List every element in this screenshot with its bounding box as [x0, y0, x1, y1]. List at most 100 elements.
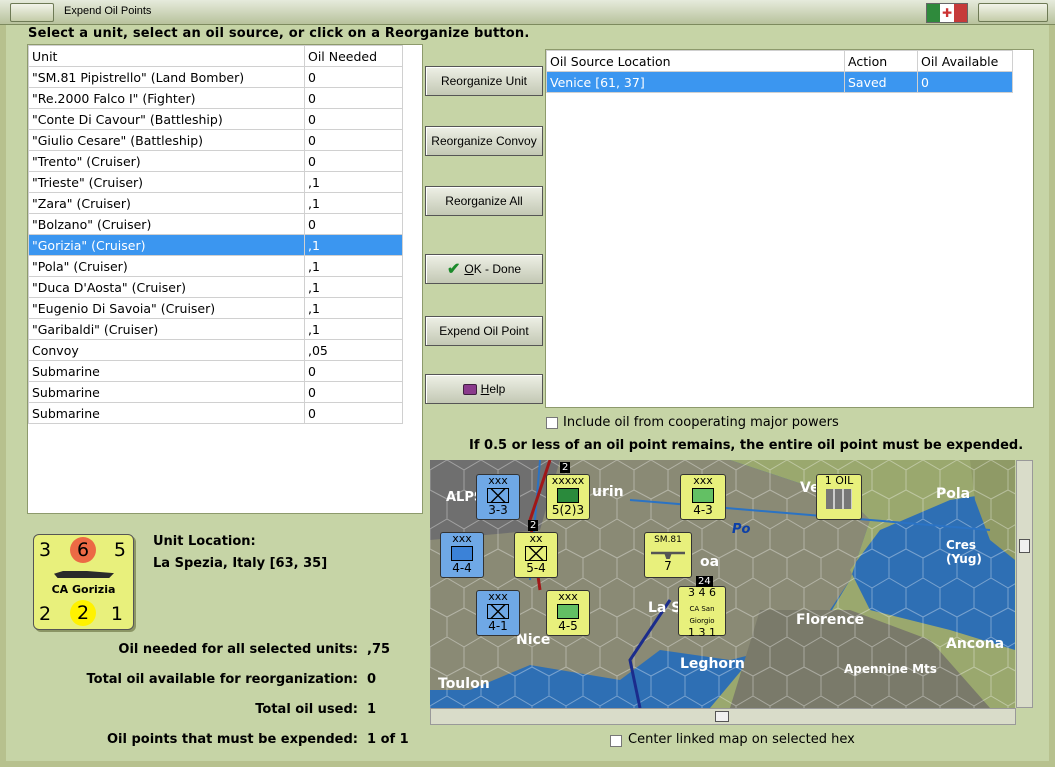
- unit-name-cell: "Duca D'Aosta" (Cruiser): [28, 276, 305, 298]
- unit-row[interactable]: "Conte Di Cavour" (Battleship) 0: [28, 108, 403, 130]
- total-oil-available-label: Total oil available for reorganization:: [86, 672, 359, 687]
- unit-row[interactable]: "Bolzano" (Cruiser) 0: [28, 213, 403, 235]
- map-label-florence: Florence: [796, 612, 865, 628]
- map-view[interactable]: ALPS urin Ve Pola Po Cres (Yug) oa La S …: [430, 460, 1015, 708]
- hq-symbol-icon: [557, 488, 579, 503]
- map-label-pola: Pola: [936, 486, 971, 502]
- title-bar: Expend Oil Points ✚: [0, 0, 1055, 25]
- map-label-la-spezia: La S: [648, 600, 682, 616]
- reorganize-all-button[interactable]: Reorganize All: [425, 186, 543, 216]
- map-horizontal-scrollbar[interactable]: [430, 708, 1016, 725]
- map-label-apennine: Apennine Mts: [844, 662, 937, 676]
- unit-row[interactable]: Submarine 0: [28, 360, 403, 382]
- counter-top-left: 3: [39, 539, 52, 561]
- aircraft-icon: [651, 551, 685, 559]
- help-book-icon: [462, 383, 477, 395]
- map-counter-alpine-2[interactable]: xxx 4-5: [546, 590, 590, 636]
- oil-needed-cell: ,1: [304, 255, 403, 277]
- ok-done-label: OK - Done: [464, 262, 521, 276]
- oil-needed-cell: 0: [304, 402, 403, 424]
- oil-source-available-cell: 0: [917, 71, 1013, 93]
- counter-strength: 5-4: [526, 561, 546, 575]
- unit-name-cell: "Pola" (Cruiser): [28, 255, 305, 277]
- map-counter-cruiser[interactable]: 3 4 6 CA San Giorgio 1 3 1: [678, 586, 726, 639]
- counter-size: xxx: [693, 474, 713, 487]
- column-header-unit[interactable]: Unit: [28, 45, 305, 67]
- horizontal-scroll-thumb[interactable]: [715, 711, 729, 722]
- include-oil-checkbox[interactable]: [546, 417, 558, 429]
- unit-row[interactable]: "Duca D'Aosta" (Cruiser) ,1: [28, 276, 403, 298]
- unit-row[interactable]: "Eugenio Di Savoia" (Cruiser) ,1: [28, 297, 403, 319]
- unit-row[interactable]: Submarine 0: [28, 381, 403, 403]
- ok-done-button[interactable]: ✔ OK - Done: [425, 254, 543, 284]
- close-button[interactable]: [978, 3, 1048, 22]
- counter-strength: 4-3: [693, 503, 713, 517]
- vertical-scroll-thumb[interactable]: [1019, 539, 1030, 553]
- flag-icon: ✚: [926, 3, 968, 23]
- unit-row[interactable]: "Garibaldi" (Cruiser) ,1: [28, 318, 403, 340]
- oil-needed-cell: ,1: [304, 297, 403, 319]
- map-counter-alpini[interactable]: xx 5-4: [514, 532, 558, 578]
- help-button[interactable]: Help: [425, 374, 543, 404]
- map-counter-hq[interactable]: xxxxx 5(2)3: [546, 474, 590, 520]
- oil-source-row[interactable]: Venice [61, 37] Saved 0: [546, 71, 1013, 93]
- map-label-turin: urin: [592, 484, 624, 500]
- reorganize-unit-label: Reorganize Unit: [440, 74, 528, 88]
- oil-needed-cell: 0: [304, 66, 403, 88]
- oil-needed-cell: 0: [304, 360, 403, 382]
- oil-source-header: Oil Source Location Action Oil Available: [546, 50, 1013, 72]
- reorganize-convoy-button[interactable]: Reorganize Convoy: [425, 126, 543, 156]
- help-rest: elp: [489, 382, 506, 396]
- unit-row[interactable]: "Zara" (Cruiser) ,1: [28, 192, 403, 214]
- map-vertical-scrollbar[interactable]: [1016, 460, 1033, 708]
- oil-needed-cell: ,1: [304, 276, 403, 298]
- unit-row[interactable]: "Pola" (Cruiser) ,1: [28, 255, 403, 277]
- ok-done-rest: K - Done: [473, 262, 522, 276]
- column-header-oil-needed[interactable]: Oil Needed: [304, 45, 403, 67]
- counter-size: xxx: [558, 590, 578, 603]
- window-title: Expend Oil Points: [64, 5, 152, 17]
- counter-strength: 4-1: [488, 619, 508, 633]
- unit-row[interactable]: "Giulio Cesare" (Battleship) 0: [28, 129, 403, 151]
- column-header-action[interactable]: Action: [844, 50, 918, 72]
- unit-row[interactable]: Convoy ,05: [28, 339, 403, 361]
- unit-row[interactable]: Submarine 0: [28, 402, 403, 424]
- unit-row[interactable]: "Re.2000 Falco I" (Fighter) 0: [28, 87, 403, 109]
- map-counter-infantry[interactable]: xxx 3-3: [476, 474, 520, 520]
- unit-name-cell: Submarine: [28, 402, 305, 424]
- unit-counter: 3 6 5 CA Gorizia 2 2 1: [33, 534, 134, 630]
- expend-oil-point-button[interactable]: Expend Oil Point: [425, 316, 543, 346]
- map-counter-oil[interactable]: 1 OIL: [816, 474, 862, 520]
- column-header-oil-available[interactable]: Oil Available: [917, 50, 1013, 72]
- center-linked-map-checkbox[interactable]: [610, 735, 622, 747]
- unit-row[interactable]: "Trieste" (Cruiser) ,1: [28, 171, 403, 193]
- unit-name-cell: "Zara" (Cruiser): [28, 192, 305, 214]
- map-label-leghorn: Leghorn: [680, 656, 745, 672]
- unit-name-cell: "Re.2000 Falco I" (Fighter): [28, 87, 305, 109]
- window-menu-button[interactable]: [10, 3, 54, 22]
- infantry-symbol-icon: [525, 546, 547, 561]
- unit-name-cell: "Eugenio Di Savoia" (Cruiser): [28, 297, 305, 319]
- oil-points-expended-label: Oil points that must be expended:: [106, 732, 358, 747]
- map-label-ancona: Ancona: [946, 636, 1005, 652]
- counter-top-values: 3 4 6: [688, 586, 716, 599]
- map-counter-mountain[interactable]: xxx 4-3: [680, 474, 726, 520]
- map-counter-infantry-2[interactable]: xxx 4-4: [440, 532, 484, 578]
- counter-bottom-mid: 2: [70, 600, 96, 626]
- oil-points-expended-value: 1 of 1: [367, 732, 409, 747]
- stack-count-badge: 24: [696, 576, 713, 587]
- unit-row[interactable]: "Trento" (Cruiser) 0: [28, 150, 403, 172]
- column-header-oil-source-location[interactable]: Oil Source Location: [546, 50, 845, 72]
- infantry-symbol-icon: [451, 546, 473, 561]
- unit-row[interactable]: "SM.81 Pipistrello" (Land Bomber) 0: [28, 66, 403, 88]
- counter-top-mid: 6: [70, 537, 96, 563]
- reorganize-unit-button[interactable]: Reorganize Unit: [425, 66, 543, 96]
- map-counter-bomber[interactable]: SM.81 7: [644, 532, 692, 578]
- unit-row[interactable]: "Gorizia" (Cruiser) ,1: [28, 234, 403, 256]
- unit-name-cell: "Trento" (Cruiser): [28, 150, 305, 172]
- infantry-symbol-icon: [487, 604, 509, 619]
- map-counter-infantry-3[interactable]: xxx 4-1: [476, 590, 520, 636]
- oil-needed-value: ,75: [367, 642, 391, 657]
- oil-needed-cell: ,1: [304, 234, 403, 256]
- oil-needed-cell: 0: [304, 213, 403, 235]
